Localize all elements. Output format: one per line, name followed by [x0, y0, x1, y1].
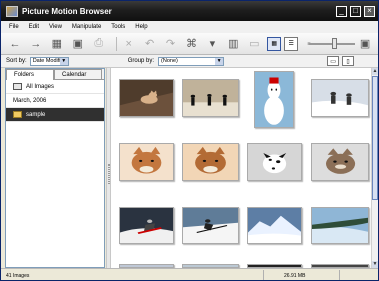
export-icon[interactable]: ▣ — [70, 36, 86, 52]
thumbnail-image — [120, 208, 173, 243]
menu-bar: File Edit View Manipulate Tools Help — [1, 21, 378, 33]
snow-field-thumbnail[interactable] — [311, 207, 369, 244]
thumbnail-image — [120, 80, 173, 116]
print-icon[interactable]: ⎙ — [91, 36, 107, 52]
thumbnail-image — [248, 144, 301, 180]
sort-label: Sort by: — [6, 58, 27, 64]
thumbnail-image — [312, 208, 368, 243]
thumbnail-image — [120, 144, 173, 180]
thumbnail-grid — [111, 68, 371, 268]
single-view-icon[interactable]: ▭ — [327, 56, 340, 66]
tab-calendar[interactable]: Calendar — [54, 69, 102, 80]
app-icon — [6, 5, 18, 17]
menu-tools[interactable]: Tools — [111, 24, 125, 30]
dual-view-icon[interactable]: ▯ — [342, 56, 355, 66]
vertical-scrollbar[interactable]: ▲ ▼ — [371, 68, 378, 268]
chevron-down-icon: ▼ — [59, 57, 68, 65]
thumbnail-image — [312, 80, 368, 116]
ski-jump-thumbnail[interactable] — [182, 207, 239, 244]
all-images-icon — [13, 83, 22, 90]
delete-icon[interactable]: × — [121, 36, 137, 52]
chevron-down-icon: ▼ — [215, 57, 224, 65]
thumbnail-image — [183, 144, 238, 180]
dalmatian-thumbnail[interactable] — [247, 143, 302, 181]
toolbar-separator — [115, 36, 117, 51]
rotate-right-icon[interactable]: ↷ — [163, 36, 179, 52]
maximize-button[interactable]: □ — [350, 5, 361, 17]
scroll-up-icon[interactable]: ▲ — [372, 68, 378, 75]
thumbnail-image — [255, 72, 293, 127]
tree-item-all-images[interactable]: All Images — [6, 80, 104, 94]
snowman-thumbnail[interactable] — [254, 71, 294, 128]
status-divider — [263, 270, 264, 280]
back-arrow-icon[interactable]: ← — [7, 36, 23, 52]
list-view-icon[interactable]: ☰ — [284, 36, 299, 51]
palette-icon[interactable]: ⌘ — [184, 36, 200, 52]
tree-item-label: All Images — [26, 83, 55, 90]
total-size: 26.91 MB — [284, 273, 306, 279]
rotate-left-icon[interactable]: ↶ — [142, 36, 158, 52]
people-sunset-thumbnail[interactable] — [182, 79, 239, 117]
thumbnail-image — [183, 80, 238, 116]
panel-tabs: Folders Calendar — [6, 69, 104, 80]
filter-icon[interactable]: ▥ — [225, 36, 241, 52]
large-view-icon[interactable]: ▣ — [357, 36, 373, 52]
sort-dropdown[interactable]: Date Modified ▼ — [29, 56, 69, 66]
snowboard-thumbnail[interactable] — [119, 207, 174, 244]
menu-help[interactable]: Help — [135, 24, 147, 30]
status-divider — [339, 270, 340, 280]
folders-panel: Folders Calendar All Images March, 2006 … — [5, 68, 105, 268]
scroll-down-icon[interactable]: ▼ — [372, 261, 378, 268]
thumbnail-image — [312, 144, 368, 180]
display-icon[interactable]: ▭ — [246, 36, 262, 52]
folder-icon — [13, 111, 22, 118]
title-bar[interactable]: Picture Motion Browser _ □ × — [1, 1, 378, 21]
menu-file[interactable]: File — [9, 24, 19, 30]
tree-item-date[interactable]: March, 2006 — [6, 94, 104, 108]
tree-item-sample-folder[interactable]: sample — [6, 108, 104, 122]
menu-manipulate[interactable]: Manipulate — [72, 24, 101, 30]
zoom-slider-thumb[interactable] — [332, 38, 337, 49]
kitten-thumbnail[interactable] — [311, 143, 369, 181]
tree-item-label: sample — [26, 111, 46, 118]
tree-item-label: March, 2006 — [13, 97, 47, 104]
group-dropdown[interactable]: (None) ▼ — [158, 56, 225, 66]
splitter-grip[interactable] — [108, 164, 110, 184]
window-title: Picture Motion Browser — [22, 6, 112, 16]
filter-bar: Sort by: Date Modified ▼ Group by: (None)… — [1, 55, 378, 68]
import-icon[interactable]: ▦ — [49, 36, 65, 52]
tag-icon[interactable]: ▾ — [204, 36, 220, 52]
thumbnail-image — [248, 208, 301, 243]
close-button[interactable]: × — [364, 5, 375, 17]
status-bar: 41 Images 26.91 MB — [1, 268, 378, 280]
cat-on-chair-thumbnail[interactable] — [119, 79, 174, 117]
menu-view[interactable]: View — [49, 24, 62, 30]
scrollbar-thumb[interactable] — [372, 76, 378, 200]
image-count: 41 Images — [6, 273, 30, 279]
tab-folders[interactable]: Folders — [6, 69, 54, 80]
ski-couple-thumbnail[interactable] — [311, 79, 369, 117]
forward-arrow-icon[interactable]: → — [28, 36, 44, 52]
thumbnail-view-icon[interactable]: ▦ — [267, 36, 282, 51]
menu-edit[interactable]: Edit — [29, 24, 39, 30]
shiba-dog-thumbnail[interactable] — [119, 143, 174, 181]
minimize-button[interactable]: _ — [336, 5, 347, 17]
group-label: Group by: — [127, 58, 155, 64]
mountain-thumbnail[interactable] — [247, 207, 302, 244]
corgi-dog-thumbnail[interactable] — [182, 143, 239, 181]
application-window: Picture Motion Browser _ □ × File Edit V… — [0, 0, 379, 281]
thumbnail-image — [183, 208, 238, 243]
group-value: (None) — [161, 58, 178, 64]
